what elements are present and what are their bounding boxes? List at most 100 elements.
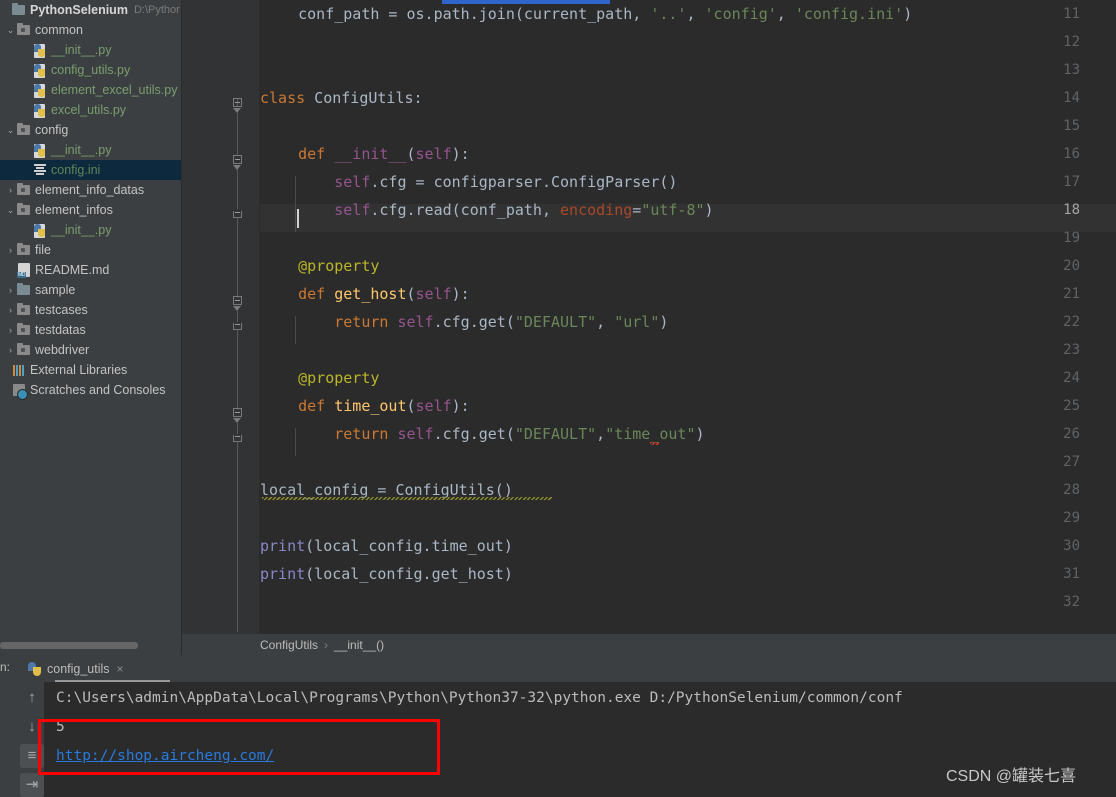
tree-twisty-icon[interactable]: ⌄: [5, 20, 16, 40]
tree-twisty-icon[interactable]: ›: [5, 320, 16, 340]
fold-end-time-out[interactable]: [233, 435, 242, 442]
line-number: 25: [1063, 398, 1080, 414]
token: time_out: [325, 397, 407, 415]
tree-twisty-icon[interactable]: ›: [5, 260, 16, 280]
fold-marker-time-out[interactable]: [233, 408, 242, 417]
token: self: [388, 425, 434, 443]
scroll-up-icon[interactable]: ↑: [20, 686, 44, 710]
run-tab-config-utils[interactable]: config_utils ×: [22, 656, 130, 682]
tree-item--init-py[interactable]: › __init__.py: [0, 40, 182, 60]
tree-item-config[interactable]: ⌄ config: [0, 120, 182, 140]
tree-twisty-icon[interactable]: ›: [21, 140, 32, 160]
tree-twisty-icon[interactable]: ›: [21, 80, 32, 100]
tree-item-excel-utils-py[interactable]: › excel_utils.py: [0, 100, 182, 120]
fold-marker-get-host[interactable]: [233, 296, 242, 305]
tree-item--init-py[interactable]: › __init__.py: [0, 220, 182, 240]
token: ):: [451, 145, 470, 163]
breadcrumb-class[interactable]: ConfigUtils: [260, 638, 318, 652]
tree-item-testcases[interactable]: › testcases: [0, 300, 182, 320]
token: ,: [596, 425, 606, 443]
token: self: [415, 285, 452, 303]
tree-twisty-icon[interactable]: ›: [21, 100, 32, 120]
scroll-to-end-icon[interactable]: ⇥: [20, 773, 44, 797]
code-line-25[interactable]: def time_out(self):: [260, 392, 470, 420]
fold-end-init[interactable]: [233, 211, 242, 218]
tree-twisty-icon[interactable]: ›: [21, 160, 32, 180]
soft-wrap-icon[interactable]: ≡: [20, 744, 44, 768]
project-tree-horizontal-scrollbar[interactable]: [0, 642, 138, 649]
code-line-18[interactable]: self.cfg.read(conf_path, encoding="utf-8…: [260, 196, 713, 224]
tree-twisty-icon[interactable]: ›: [21, 220, 32, 240]
token: print: [260, 537, 306, 555]
tree-twisty-icon[interactable]: ›: [21, 40, 32, 60]
scroll-down-icon[interactable]: ↓: [20, 715, 44, 739]
tree-twisty-icon[interactable]: ›: [0, 360, 11, 380]
console-link[interactable]: http://shop.aircheng.com/: [56, 748, 274, 764]
tree-item-element-excel-utils-py[interactable]: › element_excel_utils.py: [0, 80, 182, 100]
tree-twisty: ›: [0, 0, 11, 20]
code-line-20[interactable]: @property: [260, 252, 379, 280]
tree-twisty-icon[interactable]: ›: [5, 300, 16, 320]
tree-item-config-utils-py[interactable]: › config_utils.py: [0, 60, 182, 80]
tree-twisty-icon[interactable]: ›: [5, 240, 16, 260]
code-line-14[interactable]: class ConfigUtils:: [260, 84, 423, 112]
close-icon[interactable]: ×: [117, 662, 124, 676]
tree-twisty-icon[interactable]: ›: [21, 60, 32, 80]
line-number: 20: [1063, 258, 1080, 274]
fold-marker-init[interactable]: [233, 155, 242, 164]
breadcrumb-method[interactable]: __init__(): [334, 638, 384, 652]
code-line-22[interactable]: return self.cfg.get("DEFAULT", "url"): [260, 308, 668, 336]
code-line-16[interactable]: def __init__(self):: [260, 140, 470, 168]
line-number: 19: [1063, 230, 1080, 246]
tree-item-file[interactable]: › file: [0, 240, 182, 260]
code-line-30[interactable]: print(local_config.time_out): [260, 532, 513, 560]
python-file-icon: [32, 62, 48, 78]
line-number: 28: [1063, 482, 1080, 498]
token: =: [379, 5, 407, 23]
run-tab-bar[interactable]: n: config_utils ×: [0, 656, 1116, 682]
pycharm-window: ›PythonSeleniumD:\Pythor⌄common›__init__…: [0, 0, 1116, 797]
project-tree[interactable]: ›PythonSeleniumD:\Pythor⌄common›__init__…: [0, 0, 182, 400]
tree-item-label: webdriver: [35, 343, 90, 357]
tree-item-element-info-datas[interactable]: › element_info_datas: [0, 180, 182, 200]
code-line-17[interactable]: self.cfg = configparser.ConfigParser(): [260, 168, 677, 196]
code-line-26[interactable]: return self.cfg.get("DEFAULT","time_out"…: [260, 420, 705, 448]
fold-bar: [237, 422, 238, 434]
tree-item-label: config_utils.py: [51, 63, 131, 77]
token: ConfigUtils:: [305, 89, 423, 107]
tree-twisty-icon[interactable]: ⌄: [5, 120, 16, 140]
breadcrumb[interactable]: ConfigUtils › __init__(): [182, 634, 1116, 656]
tree-item-readme-md[interactable]: › README.md: [0, 260, 182, 280]
code-line-21[interactable]: def get_host(self):: [260, 280, 470, 308]
tree-item-element-infos[interactable]: ⌄ element_infos: [0, 200, 182, 220]
fold-end-get-host[interactable]: [233, 323, 242, 330]
code-line-24[interactable]: @property: [260, 364, 379, 392]
code-line-11[interactable]: conf_path = os.path.join(current_path, '…: [260, 0, 912, 28]
tree-twisty-icon[interactable]: ⌄: [5, 200, 16, 220]
line-number: 29: [1063, 510, 1080, 526]
code-editor[interactable]: 11 12 13 14 15 16 17 18 19 20 21 22 23 24 25 26 27 28 29 30…: [182, 0, 1116, 655]
tree-twisty-icon[interactable]: ›: [5, 180, 16, 200]
project-tree-panel[interactable]: ›PythonSeleniumD:\Pythor⌄common›__init__…: [0, 0, 182, 655]
tree-twisty-icon[interactable]: ›: [5, 340, 16, 360]
tree-item-external-libraries[interactable]: › External Libraries: [0, 360, 182, 380]
editor-gutter[interactable]: [182, 0, 260, 655]
fold-marker-class[interactable]: [233, 98, 242, 107]
tree-item-common[interactable]: ⌄ common: [0, 20, 182, 40]
tree-item-scratches-and-consoles[interactable]: › Scratches and Consoles: [0, 380, 182, 400]
tree-twisty-icon[interactable]: ›: [0, 380, 11, 400]
watermark: CSDN @罐装七喜: [946, 768, 1077, 785]
tree-item-webdriver[interactable]: › webdriver: [0, 340, 182, 360]
token: ): [695, 425, 705, 443]
tree-item--init-py[interactable]: › __init__.py: [0, 140, 182, 160]
token: (: [406, 145, 416, 163]
tree-item-testdatas[interactable]: › testdatas: [0, 320, 182, 340]
tree-twisty-icon[interactable]: ›: [5, 280, 16, 300]
tree-item-sample[interactable]: › sample: [0, 280, 182, 300]
project-root-row[interactable]: › PythonSelenium D:\Pythor: [0, 0, 182, 20]
token: "utf-8": [641, 201, 705, 219]
code-line-31[interactable]: print(local_config.get_host): [260, 560, 513, 588]
tree-item-label: Scratches and Consoles: [30, 383, 166, 397]
tree-item-config-ini[interactable]: › config.ini: [0, 160, 182, 180]
python-file-icon: [28, 662, 42, 676]
